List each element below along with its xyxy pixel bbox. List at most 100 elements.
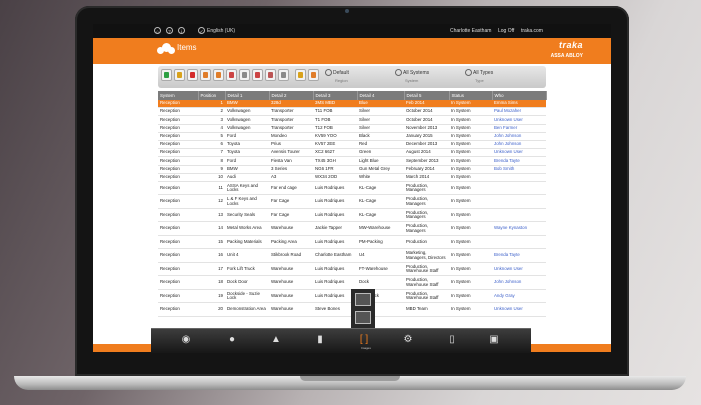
table-cell: In System: [449, 262, 492, 277]
column-header[interactable]: Detail 4: [357, 91, 405, 100]
table-cell: 13: [198, 208, 225, 223]
dock-popup: [351, 289, 375, 329]
table-cell: In System: [449, 124, 492, 133]
table-cell: Luis Rodriques: [313, 275, 357, 290]
gear-icon[interactable]: ⚙: [401, 333, 415, 347]
print-button[interactable]: [252, 69, 263, 81]
column-header[interactable]: Detail 1: [225, 91, 270, 100]
region-filter[interactable]: Default Region: [325, 69, 349, 83]
bracket-icon[interactable]: [ ]: [357, 333, 371, 347]
table-row[interactable]: Reception 10 Audi A3 WX34 2OD White March 2014…: [158, 173, 546, 182]
refresh-button[interactable]: [295, 69, 306, 81]
table-row[interactable]: Reception 7 Toyota Avensis Tourer XC2 6627 Gr…: [158, 148, 546, 158]
table-cell: Blue: [357, 100, 404, 109]
table-cell: In System: [449, 194, 492, 209]
report-button[interactable]: [239, 69, 250, 81]
table-cell: T11 FOB: [313, 107, 357, 117]
table-cell: John Johnson: [492, 275, 546, 290]
table-cell: 10: [198, 173, 225, 182]
table-cell: Reception: [158, 194, 198, 209]
add-item-button[interactable]: [161, 69, 172, 81]
table-cell: In System: [449, 275, 492, 290]
help-icon[interactable]: ?: [166, 27, 173, 34]
column-header[interactable]: Position: [198, 91, 226, 100]
column-header[interactable]: Detail 2: [269, 91, 314, 100]
table-cell: 328d: [269, 100, 313, 109]
gallery-icon[interactable]: [355, 311, 371, 324]
table-cell: Prius: [269, 140, 313, 150]
table-cell: L & F Keys and Locks: [225, 194, 269, 209]
table-row[interactable]: Reception 11 ASSA Keys and Locks Far end ca…: [158, 181, 546, 196]
table-cell: Production, Managers: [404, 194, 449, 209]
export-button[interactable]: [265, 69, 276, 81]
table-row[interactable]: Reception 5 Ford Mondeo KV59 YOO Black January…: [158, 132, 546, 141]
table-row[interactable]: Reception 1 BMW 328d 3MS MBD Blue Feb 2014 In S…: [158, 100, 546, 109]
table-row[interactable]: Reception 15 Packing Materials Packing Area…: [158, 235, 546, 250]
settings-button[interactable]: [308, 69, 319, 81]
image-thumb-icon[interactable]: [355, 293, 371, 306]
import-button[interactable]: [278, 69, 289, 81]
table-cell: October 2014: [404, 107, 449, 117]
column-header[interactable]: Status: [449, 91, 493, 100]
eye-icon[interactable]: ◉: [179, 333, 193, 347]
table-cell: Transporter: [269, 107, 313, 117]
table-row[interactable]: Reception 12 L & F Keys and Locks Far Cage L…: [158, 194, 546, 209]
table-row[interactable]: Reception 13 Security Seals Far Cage Luis Ro…: [158, 208, 546, 223]
person-icon[interactable]: ●: [225, 333, 239, 347]
type-filter[interactable]: All Types Type: [465, 69, 493, 83]
column-header[interactable]: Who: [492, 91, 547, 100]
column-header[interactable]: System: [158, 91, 199, 100]
table-row[interactable]: Reception 18 Dock Door Warehouse Luis Rodriq…: [158, 275, 546, 290]
table-cell: Brenda Tayte: [492, 156, 546, 166]
cubes-icon[interactable]: ▲: [269, 333, 283, 347]
column-header[interactable]: Detail 5: [404, 91, 450, 100]
table-cell: In System: [449, 140, 492, 150]
home-icon[interactable]: ⌂: [154, 27, 161, 34]
table-cell: Production, Managers: [404, 181, 449, 196]
table-cell: KL-Cage: [357, 181, 404, 196]
view-item-button[interactable]: [200, 69, 211, 81]
table-cell: BMW: [225, 100, 269, 109]
table-row[interactable]: Reception 9 BMW 3 Series NG6 1FR Gun Metal Gr…: [158, 165, 546, 174]
table-row[interactable]: Reception 17 Fork Lift Truck Warehouse Luis …: [158, 262, 546, 277]
column-header[interactable]: Detail 3: [313, 91, 358, 100]
table-cell: 4: [198, 124, 225, 133]
documents-icon[interactable]: ▮: [313, 333, 327, 347]
table-cell: [492, 173, 546, 182]
table-cell: In System: [449, 302, 492, 317]
table-row[interactable]: Reception 3 Volkswagen Transporter T1 FOB Sil…: [158, 115, 546, 125]
table-cell: PM-Packing: [357, 235, 404, 250]
window-icon[interactable]: ▣: [487, 333, 501, 347]
table-row[interactable]: Reception 4 Volkswagen Transporter T12 FOB Si…: [158, 124, 546, 133]
table-cell: In System: [449, 132, 492, 141]
table-cell: Dock: [357, 275, 404, 290]
system-filter[interactable]: All Systems System: [395, 69, 429, 83]
table-cell: Avensis Tourer: [269, 148, 313, 158]
copy-item-button[interactable]: [213, 69, 224, 81]
edit-item-button[interactable]: [174, 69, 185, 81]
items-table: System Position Detail 1 Detail 2 Detail…: [158, 91, 547, 317]
table-cell: Reception: [158, 221, 198, 236]
table-row[interactable]: Reception 14 Metal Works Area Warehouse Jack…: [158, 221, 546, 236]
info-icon[interactable]: i: [178, 27, 185, 34]
table-cell: Ben Farmer: [492, 124, 546, 133]
delete-item-button[interactable]: [187, 69, 198, 81]
language-icon[interactable]: ✓: [198, 27, 205, 34]
table-cell: Reception: [158, 208, 198, 223]
table-row[interactable]: Reception 2 Volkswagen Transporter T11 FOB Si…: [158, 107, 546, 117]
table-cell: A3: [269, 173, 313, 182]
columns-button[interactable]: [226, 69, 237, 81]
table-cell: Silver: [357, 107, 404, 117]
table-cell: Transporter: [269, 115, 313, 125]
table-cell: John Johnson: [492, 132, 546, 141]
table-row[interactable]: Reception 6 Toyota Prius KV57 2EE Red December…: [158, 140, 546, 150]
table-cell: In System: [449, 107, 492, 117]
table-row[interactable]: Reception 8 Ford Fiesta Van TX45 3GH Light Bl…: [158, 156, 546, 166]
table-row[interactable]: Reception 16 Unit 4 Stikbrook Road Charlotte…: [158, 248, 546, 263]
language-select[interactable]: English (UK): [207, 28, 235, 34]
logoff-link[interactable]: Log Off: [498, 28, 514, 34]
user-name: Charlotte Eastham: [450, 28, 492, 34]
table-cell: Reception: [158, 302, 198, 317]
site-link[interactable]: traka.com: [521, 28, 543, 34]
key-icon[interactable]: ▯: [445, 333, 459, 347]
